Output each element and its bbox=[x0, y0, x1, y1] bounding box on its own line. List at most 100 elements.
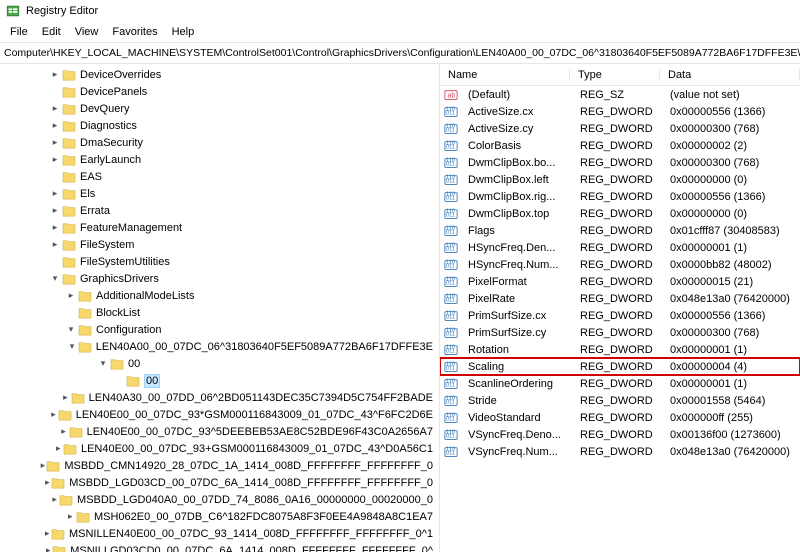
folder-icon bbox=[62, 120, 76, 132]
chevron-down-icon[interactable]: ▾ bbox=[48, 273, 62, 284]
value-row[interactable]: VSyncFreq.Num...REG_DWORD0x048e13a0 (764… bbox=[440, 443, 800, 460]
tree-item[interactable]: ▸FeatureManagement bbox=[0, 219, 439, 236]
chevron-right-icon[interactable]: ▸ bbox=[49, 409, 58, 420]
tree-item[interactable]: 00 bbox=[0, 372, 439, 389]
reg-dword-icon bbox=[444, 343, 458, 357]
value-row[interactable]: ActiveSize.cxREG_DWORD0x00000556 (1366) bbox=[440, 103, 800, 120]
tree-item[interactable]: ▸Els bbox=[0, 185, 439, 202]
chevron-down-icon[interactable]: ▾ bbox=[66, 341, 78, 352]
value-row[interactable]: ScalingREG_DWORD0x00000004 (4) bbox=[440, 358, 800, 375]
value-type: REG_DWORD bbox=[572, 446, 662, 458]
tree-item[interactable]: EAS bbox=[0, 168, 439, 185]
tree-item[interactable]: ▸LEN40E00_00_07DC_93*GSM000116843009_01_… bbox=[0, 406, 439, 423]
tree-item[interactable]: ▸Diagnostics bbox=[0, 117, 439, 134]
value-row[interactable]: DwmClipBox.bo...REG_DWORD0x00000300 (768… bbox=[440, 154, 800, 171]
chevron-right-icon[interactable]: ▸ bbox=[48, 103, 62, 114]
menu-favorites[interactable]: Favorites bbox=[106, 24, 163, 40]
value-row[interactable]: PixelFormatREG_DWORD0x00000015 (21) bbox=[440, 273, 800, 290]
tree-item[interactable]: ▸ AdditionalModeLists bbox=[0, 287, 439, 304]
tree-item[interactable]: ▸LEN40A30_00_07DD_06^2BD051143DEC35C7394… bbox=[0, 389, 439, 406]
chevron-right-icon[interactable]: ▸ bbox=[39, 460, 46, 471]
value-row[interactable]: HSyncFreq.Num...REG_DWORD0x0000bb82 (480… bbox=[440, 256, 800, 273]
addressbar[interactable]: Computer\HKEY_LOCAL_MACHINE\SYSTEM\Contr… bbox=[0, 42, 800, 64]
value-row[interactable]: (Default)REG_SZ(value not set) bbox=[440, 86, 800, 103]
menu-file[interactable]: File bbox=[4, 24, 34, 40]
value-data: 0x00000001 (1) bbox=[662, 242, 800, 254]
tree-item[interactable]: ▸LEN40E00_00_07DC_93^5DEEBEB53AE8C52BDE9… bbox=[0, 423, 439, 440]
value-row[interactable]: FlagsREG_DWORD0x01cfff87 (30408583) bbox=[440, 222, 800, 239]
column-data[interactable]: Data bbox=[660, 69, 800, 81]
chevron-right-icon[interactable]: ▸ bbox=[58, 426, 68, 437]
value-row[interactable]: HSyncFreq.Den...REG_DWORD0x00000001 (1) bbox=[440, 239, 800, 256]
tree-item[interactable]: ▸FileSystem bbox=[0, 236, 439, 253]
values-body[interactable]: (Default)REG_SZ(value not set)ActiveSize… bbox=[440, 86, 800, 552]
menu-edit[interactable]: Edit bbox=[36, 24, 67, 40]
value-row[interactable]: DwmClipBox.topREG_DWORD0x00000000 (0) bbox=[440, 205, 800, 222]
values-panel: Name Type Data (Default)REG_SZ(value not… bbox=[440, 64, 800, 552]
chevron-down-icon[interactable]: ▾ bbox=[96, 358, 110, 369]
value-row[interactable]: DwmClipBox.rig...REG_DWORD0x00000556 (13… bbox=[440, 188, 800, 205]
value-name: HSyncFreq.Den... bbox=[460, 242, 572, 254]
chevron-right-icon[interactable]: ▸ bbox=[48, 137, 62, 148]
value-data: 0x00000000 (0) bbox=[662, 174, 800, 186]
value-row[interactable]: PrimSurfSize.cxREG_DWORD0x00000556 (1366… bbox=[440, 307, 800, 324]
chevron-right-icon[interactable]: ▸ bbox=[65, 511, 76, 522]
tree-item[interactable]: DevicePanels bbox=[0, 83, 439, 100]
tree-item[interactable]: ▸MSBDD_LGD03CD_00_07DC_6A_1414_008D_FFFF… bbox=[0, 474, 439, 491]
tree-item[interactable]: ▸EarlyLaunch bbox=[0, 151, 439, 168]
value-row[interactable]: ScanlineOrderingREG_DWORD0x00000001 (1) bbox=[440, 375, 800, 392]
chevron-right-icon[interactable]: ▸ bbox=[50, 494, 59, 505]
tree-item[interactable]: ▸Errata bbox=[0, 202, 439, 219]
tree-item-label: AdditionalModeLists bbox=[96, 290, 194, 302]
tree-item[interactable]: ▾Configuration bbox=[0, 321, 439, 338]
tree-panel[interactable]: ▸DeviceOverridesDevicePanels▸DevQuery▸Di… bbox=[0, 64, 440, 552]
tree-item[interactable]: ▸LEN40E00_00_07DC_93+GSM000116843009_01_… bbox=[0, 440, 439, 457]
chevron-right-icon[interactable]: ▸ bbox=[48, 239, 62, 250]
value-row[interactable]: ActiveSize.cyREG_DWORD0x00000300 (768) bbox=[440, 120, 800, 137]
reg-dword-icon bbox=[444, 326, 458, 340]
value-row[interactable]: StrideREG_DWORD0x00001558 (5464) bbox=[440, 392, 800, 409]
chevron-down-icon[interactable]: ▾ bbox=[64, 324, 78, 335]
tree-item[interactable]: ▾00 bbox=[0, 355, 439, 372]
tree-item[interactable]: BlockList bbox=[0, 304, 439, 321]
chevron-right-icon[interactable]: ▸ bbox=[48, 205, 62, 216]
value-name: PrimSurfSize.cy bbox=[460, 327, 572, 339]
chevron-right-icon[interactable]: ▸ bbox=[44, 477, 52, 488]
tree-item[interactable]: ▾LEN40A00_00_07DC_06^31803640F5EF5089A77… bbox=[0, 338, 439, 355]
tree-item[interactable]: ▸DevQuery bbox=[0, 100, 439, 117]
chevron-right-icon[interactable]: ▸ bbox=[48, 120, 62, 131]
column-name[interactable]: Name bbox=[440, 69, 570, 81]
value-row[interactable]: VideoStandardREG_DWORD0x000000ff (255) bbox=[440, 409, 800, 426]
tree-item[interactable]: ▸MSNILLEN40E00_00_07DC_93_1414_008D_FFFF… bbox=[0, 525, 439, 542]
chevron-right-icon[interactable]: ▸ bbox=[54, 443, 63, 454]
tree-item[interactable]: ▸DeviceOverrides bbox=[0, 66, 439, 83]
chevron-right-icon[interactable]: ▸ bbox=[44, 545, 52, 552]
tree-item[interactable]: ▸MSBDD_LGD040A0_00_07DD_74_8086_0A16_000… bbox=[0, 491, 439, 508]
value-row[interactable]: VSyncFreq.Deno...REG_DWORD0x00136f00 (12… bbox=[440, 426, 800, 443]
tree-item[interactable]: FileSystemUtilities bbox=[0, 253, 439, 270]
value-type: REG_DWORD bbox=[572, 140, 662, 152]
chevron-right-icon[interactable]: ▸ bbox=[48, 154, 62, 165]
tree-item[interactable]: ▸MSH062E0_00_07DB_C6^182FDC8075A8F3F0EE4… bbox=[0, 508, 439, 525]
chevron-right-icon[interactable]: ▸ bbox=[48, 69, 62, 80]
value-data: 0x00000000 (0) bbox=[662, 208, 800, 220]
chevron-right-icon[interactable]: ▸ bbox=[64, 290, 78, 301]
value-row[interactable]: PrimSurfSize.cyREG_DWORD0x00000300 (768) bbox=[440, 324, 800, 341]
value-row[interactable]: PixelRateREG_DWORD0x048e13a0 (76420000) bbox=[440, 290, 800, 307]
chevron-right-icon[interactable]: ▸ bbox=[60, 392, 71, 403]
menu-help[interactable]: Help bbox=[166, 24, 201, 40]
tree-item[interactable]: ▾GraphicsDrivers bbox=[0, 270, 439, 287]
chevron-right-icon[interactable]: ▸ bbox=[48, 222, 62, 233]
chevron-right-icon[interactable]: ▸ bbox=[43, 528, 51, 539]
tree-item[interactable]: ▸DmaSecurity bbox=[0, 134, 439, 151]
value-row[interactable]: ColorBasisREG_DWORD0x00000002 (2) bbox=[440, 137, 800, 154]
tree-item[interactable]: ▸MSNILLGD03CD0_00_07DC_6A_1414_008D_FFFF… bbox=[0, 542, 439, 552]
value-row[interactable]: RotationREG_DWORD0x00000001 (1) bbox=[440, 341, 800, 358]
chevron-right-icon[interactable]: ▸ bbox=[48, 188, 62, 199]
menu-view[interactable]: View bbox=[69, 24, 105, 40]
tree-item[interactable]: ▸MSBDD_CMN14920_28_07DC_1A_1414_008D_FFF… bbox=[0, 457, 439, 474]
value-row[interactable]: DwmClipBox.leftREG_DWORD0x00000000 (0) bbox=[440, 171, 800, 188]
value-type: REG_DWORD bbox=[572, 225, 662, 237]
column-type[interactable]: Type bbox=[570, 69, 660, 81]
reg-dword-icon bbox=[444, 190, 458, 204]
